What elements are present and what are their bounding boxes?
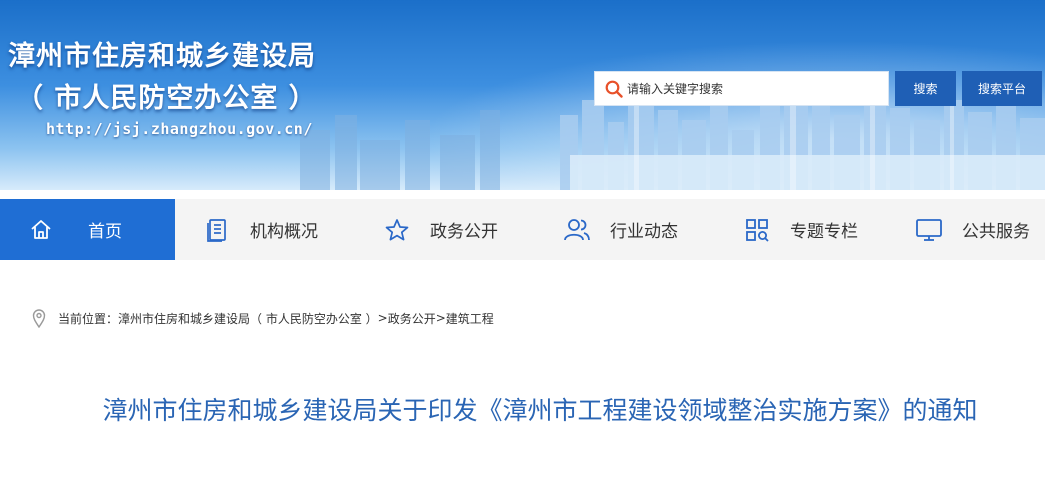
star-icon <box>382 215 412 245</box>
search-input[interactable] <box>625 72 879 105</box>
search-box <box>594 71 889 106</box>
nav-item-special-topics[interactable]: 专题专栏 <box>715 199 890 260</box>
breadcrumb: 当前位置： 漳州市住房和城乡建设局（ 市人民防空办公室 ） > 政务公开 > 建… <box>32 308 494 328</box>
breadcrumb-separator: > <box>435 311 446 325</box>
site-title: 漳州市住房和城乡建设局 <box>8 41 316 72</box>
nav-item-public-affairs[interactable]: 政务公开 <box>355 199 535 260</box>
breadcrumb-link-home[interactable]: 漳州市住房和城乡建设局（ 市人民防空办公室 ） <box>118 310 378 327</box>
breadcrumb-link-construction[interactable]: 建筑工程 <box>446 310 494 327</box>
search-platform-button[interactable]: 搜索平台 <box>962 71 1042 106</box>
nav-item-label: 首页 <box>88 222 122 242</box>
search-button[interactable]: 搜索 <box>895 71 956 106</box>
search-icon <box>603 78 625 100</box>
nav-item-organization[interactable]: 机构概况 <box>175 199 355 260</box>
nav-item-label: 机构概况 <box>250 222 318 242</box>
site-url: http://jsj.zhangzhou.gov.cn/ <box>46 120 313 138</box>
breadcrumb-separator: > <box>377 311 388 325</box>
grid-search-icon <box>742 215 772 245</box>
site-subtitle: （ 市人民防空办公室 ） <box>16 83 317 114</box>
nav-item-industry-news[interactable]: 行业动态 <box>535 199 715 260</box>
nav-item-label: 政务公开 <box>430 222 498 242</box>
nav-item-label: 专题专栏 <box>790 222 858 242</box>
breadcrumb-prefix: 当前位置： <box>58 311 119 326</box>
header-banner: 漳州市住房和城乡建设局 （ 市人民防空办公室 ） http://jsj.zhan… <box>0 0 1045 190</box>
users-icon <box>562 215 592 245</box>
nav-item-home[interactable]: 首页 <box>0 199 175 260</box>
nav-item-label: 公共服务 <box>962 222 1030 242</box>
main-nav: 首页 机构概况 政务公开 行业动态 专题专栏 公共服务 <box>0 199 1045 260</box>
document-list-icon <box>202 215 232 245</box>
article-title: 漳州市住房和城乡建设局关于印发《漳州市工程建设领域整治实施方案》的通知 <box>102 396 978 425</box>
monitor-icon <box>914 215 944 245</box>
location-pin-icon <box>32 308 48 328</box>
nav-item-public-services[interactable]: 公共服务 <box>890 199 1045 260</box>
breadcrumb-link-public-affairs[interactable]: 政务公开 <box>388 310 436 327</box>
nav-item-label: 行业动态 <box>610 222 678 242</box>
home-icon <box>26 215 56 245</box>
